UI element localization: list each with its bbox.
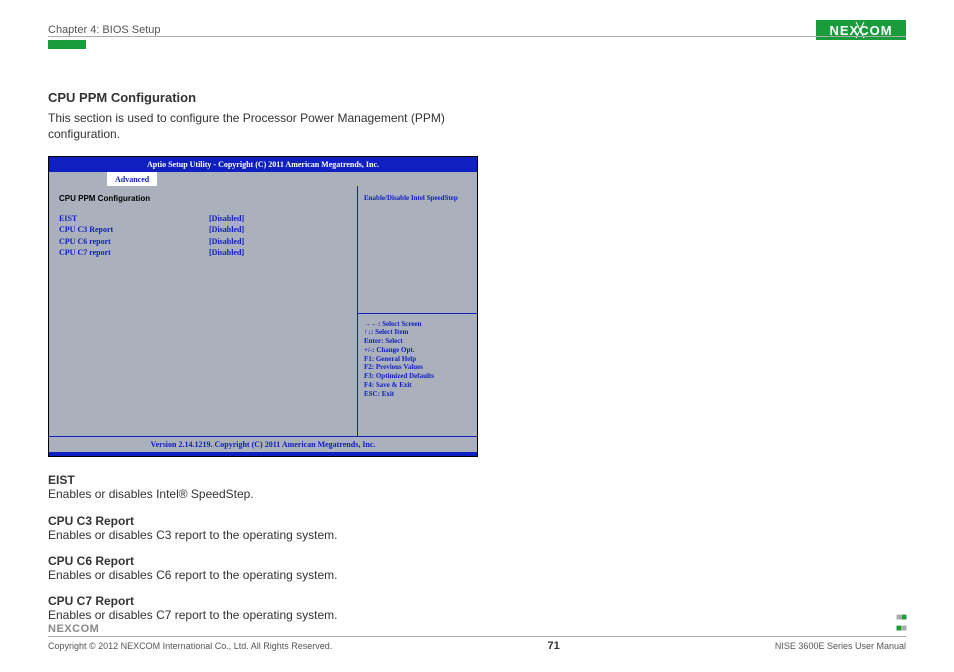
definition-block: CPU C3 ReportEnables or disables C3 repo… [48,514,478,542]
definition-text: Enables or disables C6 report to the ope… [48,568,478,582]
bios-option-label: CPU C7 report [59,247,209,258]
bios-key-hint: F3: Optimized Defaults [364,372,471,381]
bios-help-text: Enable/Disable Intel SpeedStep [358,186,477,313]
bios-option-value: [Disabled] [209,224,244,235]
footer-rule [48,636,906,637]
bios-option-label: CPU C3 Report [59,224,209,235]
bios-key-hint: +/-: Change Opt. [364,346,471,355]
bios-option-value: [Disabled] [209,213,244,224]
footer-nexcom-logo: NEXCOM [48,621,106,634]
definition-text: Enables or disables Intel® SpeedStep. [48,487,478,501]
definition-title: EIST [48,473,478,487]
page-number: 71 [547,640,559,652]
accent-bar [48,40,86,49]
bios-titlebar: Aptio Setup Utility - Copyright (C) 2011… [49,157,477,172]
bios-left-panel: CPU PPM Configuration EIST[Disabled]CPU … [49,186,357,436]
bios-key-hint: F1: General Help [364,355,471,364]
definition-title: CPU C6 Report [48,554,478,568]
section-title: CPU PPM Configuration [48,90,906,105]
bios-option-row: EIST[Disabled] [59,213,347,224]
bios-option-row: CPU C6 report[Disabled] [59,236,347,247]
bios-tabbar: Advanced [49,172,477,186]
bios-option-row: CPU C7 report[Disabled] [59,247,347,258]
header-rule [48,36,906,37]
bios-panel-title: CPU PPM Configuration [59,194,347,203]
footer-copyright: Copyright © 2012 NEXCOM International Co… [48,641,332,651]
bios-key-hint: ESC: Exit [364,390,471,399]
bios-option-label: EIST [59,213,209,224]
footer-doc-name: NISE 3600E Series User Manual [775,641,906,651]
definition-title: CPU C3 Report [48,514,478,528]
bios-key-hint: →←: Select Screen [364,320,471,329]
bios-screenshot: Aptio Setup Utility - Copyright (C) 2011… [48,156,478,457]
page-header: Chapter 4: BIOS Setup NEXCOM [48,20,906,40]
svg-text:NEXCOM: NEXCOM [48,623,99,634]
bios-key-hint: Enter: Select [364,337,471,346]
bios-right-panel: Enable/Disable Intel SpeedStep →←: Selec… [357,186,477,436]
chapter-label: Chapter 4: BIOS Setup [48,24,161,36]
bios-option-row: CPU C3 Report[Disabled] [59,224,347,235]
bios-key-help: →←: Select Screen↑↓: Select ItemEnter: S… [358,313,477,437]
footer-squares-icon: ■■■■ [896,612,906,634]
definition-title: CPU C7 Report [48,594,478,608]
page-footer: NEXCOM ■■■■ Copyright © 2012 NEXCOM Inte… [48,612,906,652]
bios-tab-advanced: Advanced [107,172,157,186]
bios-option-label: CPU C6 report [59,236,209,247]
bios-key-hint: F4: Save & Exit [364,381,471,390]
bios-option-value: [Disabled] [209,236,244,247]
definition-block: EISTEnables or disables Intel® SpeedStep… [48,473,478,501]
section-description: This section is used to configure the Pr… [48,111,478,142]
bios-key-hint: ↑↓: Select Item [364,328,471,337]
main-content: CPU PPM Configuration This section is us… [48,90,906,635]
nexcom-logo: NEXCOM [816,20,906,40]
definition-block: CPU C6 ReportEnables or disables C6 repo… [48,554,478,582]
definition-text: Enables or disables C3 report to the ope… [48,528,478,542]
bios-bottom-bar [49,452,477,456]
definitions: EISTEnables or disables Intel® SpeedStep… [48,473,478,623]
bios-version-bar: Version 2.14.1219. Copyright (C) 2011 Am… [49,436,477,452]
bios-option-value: [Disabled] [209,247,244,258]
bios-key-hint: F2: Previous Values [364,363,471,372]
bios-body: CPU PPM Configuration EIST[Disabled]CPU … [49,186,477,436]
